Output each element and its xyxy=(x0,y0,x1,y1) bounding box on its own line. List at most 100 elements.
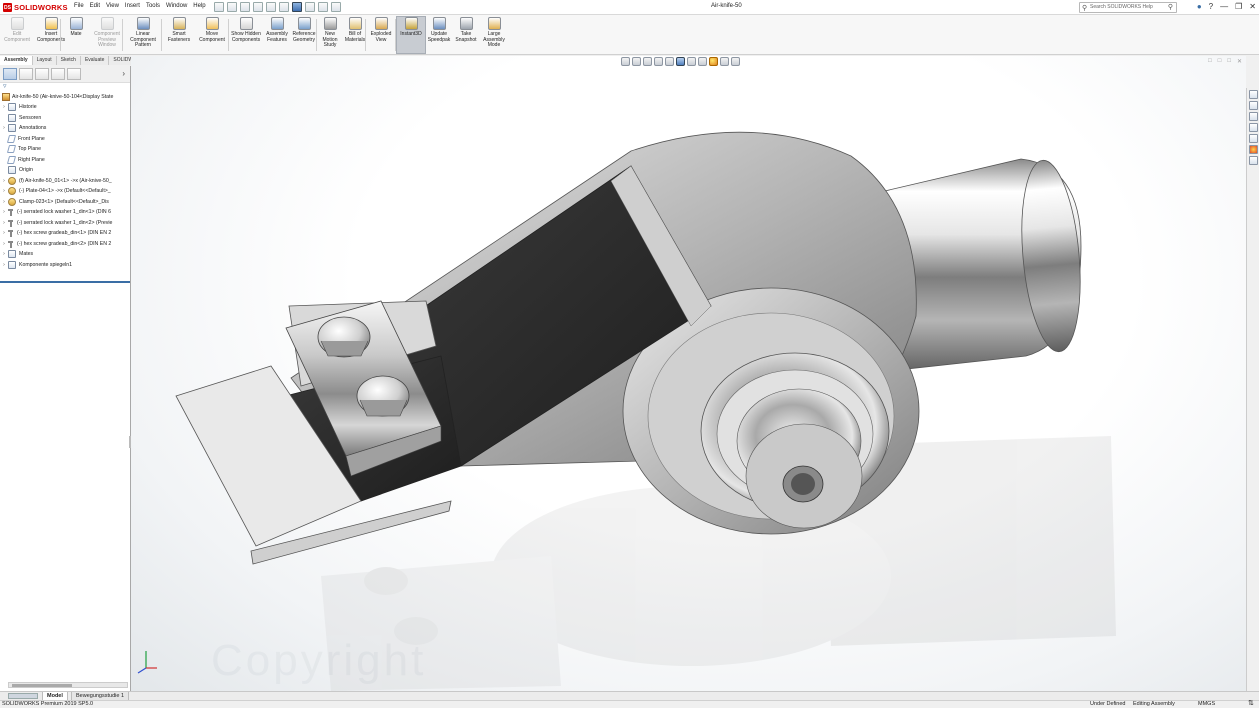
help-icon[interactable]: ? xyxy=(1209,2,1213,11)
tree-item-label: Top Plane xyxy=(18,146,42,153)
tree-item[interactable]: › (-) hex screw gradeab_din<2> (DIN EN 2 xyxy=(0,239,130,250)
expand-arrow-icon[interactable]: › xyxy=(0,199,8,205)
cmd-edit-component-button[interactable]: Edit Component xyxy=(0,17,34,43)
tree-item[interactable]: › Annotations xyxy=(0,123,130,134)
filter-icon[interactable]: ▿ xyxy=(0,83,130,91)
property-manager-tab-icon[interactable] xyxy=(19,68,33,80)
cmd-move-component-button[interactable]: Move Component xyxy=(195,17,229,43)
menu-edit[interactable]: Edit xyxy=(90,3,100,9)
new-document-icon[interactable] xyxy=(227,2,237,12)
menu-view[interactable]: View xyxy=(106,3,119,9)
expand-arrow-icon[interactable]: › xyxy=(0,220,8,226)
chevron-right-icon[interactable]: › xyxy=(122,69,125,78)
user-icon[interactable]: ● xyxy=(1197,2,1202,11)
tree-item[interactable]: › Komponente spiegeln1 xyxy=(0,260,130,271)
tab-assembly[interactable]: Assembly xyxy=(0,56,33,65)
tree-item[interactable]: › (f) Air-knife-50_01<1> ->x (Air-knive-5… xyxy=(0,176,130,187)
restore-icon[interactable]: ❐ xyxy=(1235,2,1242,11)
close-icon[interactable]: ✕ xyxy=(1249,2,1256,11)
configuration-tab-icon[interactable] xyxy=(35,68,49,80)
copyright-watermark: Copyright xyxy=(211,636,427,685)
print-icon[interactable] xyxy=(266,2,276,12)
tab-layout[interactable]: Layout xyxy=(32,56,57,65)
origin-icon xyxy=(8,166,16,175)
menu-file[interactable]: File xyxy=(74,3,84,9)
horizontal-scrollbar[interactable] xyxy=(8,682,128,688)
rebuild-icon[interactable] xyxy=(305,2,315,12)
file-explorer-icon[interactable] xyxy=(1248,123,1258,132)
scrollbar-thumb[interactable] xyxy=(12,684,72,687)
cmd-update-speedpak-button[interactable]: Update Speedpak xyxy=(424,17,454,43)
cmd-mate-button[interactable]: Mate xyxy=(62,17,90,38)
tree-item[interactable]: › Historie xyxy=(0,102,130,113)
menu-help[interactable]: Help xyxy=(193,3,205,9)
tree-item[interactable]: › (-) serrated lock washer 1_din<1> (DIN … xyxy=(0,207,130,218)
expand-arrow-icon[interactable]: › xyxy=(0,188,8,194)
cmd-exploded-view-button[interactable]: Exploded View xyxy=(366,17,396,43)
expand-arrow-icon[interactable]: › xyxy=(0,104,8,110)
help-search-input[interactable]: ⚲ Search SOLIDWORKS Help ⚲ xyxy=(1079,2,1177,13)
tree-item[interactable]: › (-) Plate-04<1> ->x (Default<<Default>_ xyxy=(0,186,130,197)
tab-evaluate[interactable]: Evaluate xyxy=(80,56,110,65)
save-icon[interactable] xyxy=(253,2,263,12)
menu-insert[interactable]: Insert xyxy=(125,3,140,9)
tree-item[interactable]: › (-) hex screw gradeab_din<1> (DIN EN 2 xyxy=(0,228,130,239)
tree-item[interactable]: Top Plane xyxy=(0,144,130,155)
tree-item[interactable]: Origin xyxy=(0,165,130,176)
cmd-linear-component-pattern-button[interactable]: Linear Component Pattern xyxy=(124,17,162,49)
menu-window[interactable]: Window xyxy=(166,3,187,9)
cmd-show-hidden-components-button[interactable]: Show Hidden Components xyxy=(229,17,263,43)
home-icon[interactable] xyxy=(214,2,224,12)
tree-root-assembly[interactable]: Air-knife-50 (Air-knive-50-104<Display S… xyxy=(0,91,130,102)
tree-item[interactable]: › Mates xyxy=(0,249,130,260)
tree-item[interactable]: › Clamp-023<1> (Default<<Default>_Dis xyxy=(0,197,130,208)
expand-arrow-icon[interactable]: › xyxy=(0,178,8,184)
tree-root-label: Air-knife-50 (Air-knive-50-104<Display S… xyxy=(12,93,114,100)
tree-item[interactable]: Sensoren xyxy=(0,113,130,124)
tree-item[interactable]: Front Plane xyxy=(0,134,130,145)
options-gear-icon[interactable] xyxy=(331,2,341,12)
custom-properties-icon[interactable] xyxy=(1248,156,1258,165)
file-properties-icon[interactable] xyxy=(318,2,328,12)
appearances-icon[interactable] xyxy=(1248,145,1258,154)
view-palette-icon[interactable] xyxy=(1248,134,1258,143)
home-resources-icon[interactable] xyxy=(1248,101,1258,110)
tab-sketch[interactable]: Sketch xyxy=(56,56,81,65)
tree-item[interactable]: Right Plane xyxy=(0,155,130,166)
cmd-take-snapshot-button[interactable]: Take Snapshot xyxy=(452,17,480,43)
expand-arrow-icon[interactable]: › xyxy=(0,125,8,131)
graphics-viewport[interactable]: □ □ □ ✕ Copyright xyxy=(131,56,1246,691)
resources-icon[interactable] xyxy=(1248,90,1258,99)
cmd-instant3d-button[interactable]: Instant3D xyxy=(396,16,426,54)
expand-arrow-icon[interactable]: › xyxy=(0,251,8,257)
cmd-reference-geometry-button[interactable]: Reference Geometry xyxy=(289,17,319,43)
solidworks-logo[interactable]: DS SOLIDWORKS xyxy=(3,2,68,13)
cmd-smart-fasteners-button[interactable]: Smart Fasteners xyxy=(163,17,195,43)
unit-system[interactable]: MMGS xyxy=(1198,701,1215,708)
expand-arrow-icon[interactable]: › xyxy=(0,230,8,236)
3d-model-air-knife[interactable] xyxy=(131,56,1246,691)
toolbar-separator xyxy=(228,19,229,51)
display-manager-tab-icon[interactable] xyxy=(67,68,81,80)
feature-tree-tab-icon[interactable] xyxy=(3,68,17,80)
dimxpert-tab-icon[interactable] xyxy=(51,68,65,80)
cmd-component-preview-window-button[interactable]: Component Preview Window xyxy=(90,17,124,49)
cmd-assembly-features-button[interactable]: Assembly Features xyxy=(262,17,292,43)
search-go-icon[interactable]: ⚲ xyxy=(1168,3,1173,12)
select-icon[interactable] xyxy=(292,2,302,12)
rebuild-status-icon[interactable]: ⇅ xyxy=(1248,700,1254,707)
tab-scroll-arrows[interactable] xyxy=(8,693,38,699)
minimize-icon[interactable]: — xyxy=(1220,2,1228,11)
cmd-label: Exploded View xyxy=(370,31,392,43)
expand-arrow-icon[interactable]: › xyxy=(0,262,8,268)
design-library-icon[interactable] xyxy=(1248,112,1258,121)
undo-icon[interactable] xyxy=(279,2,289,12)
expand-arrow-icon[interactable]: › xyxy=(0,241,8,247)
cmd-new-motion-study-button[interactable]: New Motion Study xyxy=(317,17,343,49)
hex-nut-2 xyxy=(356,375,410,417)
cmd-large-assembly-mode-button[interactable]: Large Assembly Mode xyxy=(479,17,509,49)
open-icon[interactable] xyxy=(240,2,250,12)
tree-item[interactable]: › (-) serrated lock washer 1_din<2> (Prev… xyxy=(0,218,130,229)
menu-tools[interactable]: Tools xyxy=(146,3,160,9)
expand-arrow-icon[interactable]: › xyxy=(0,209,8,215)
